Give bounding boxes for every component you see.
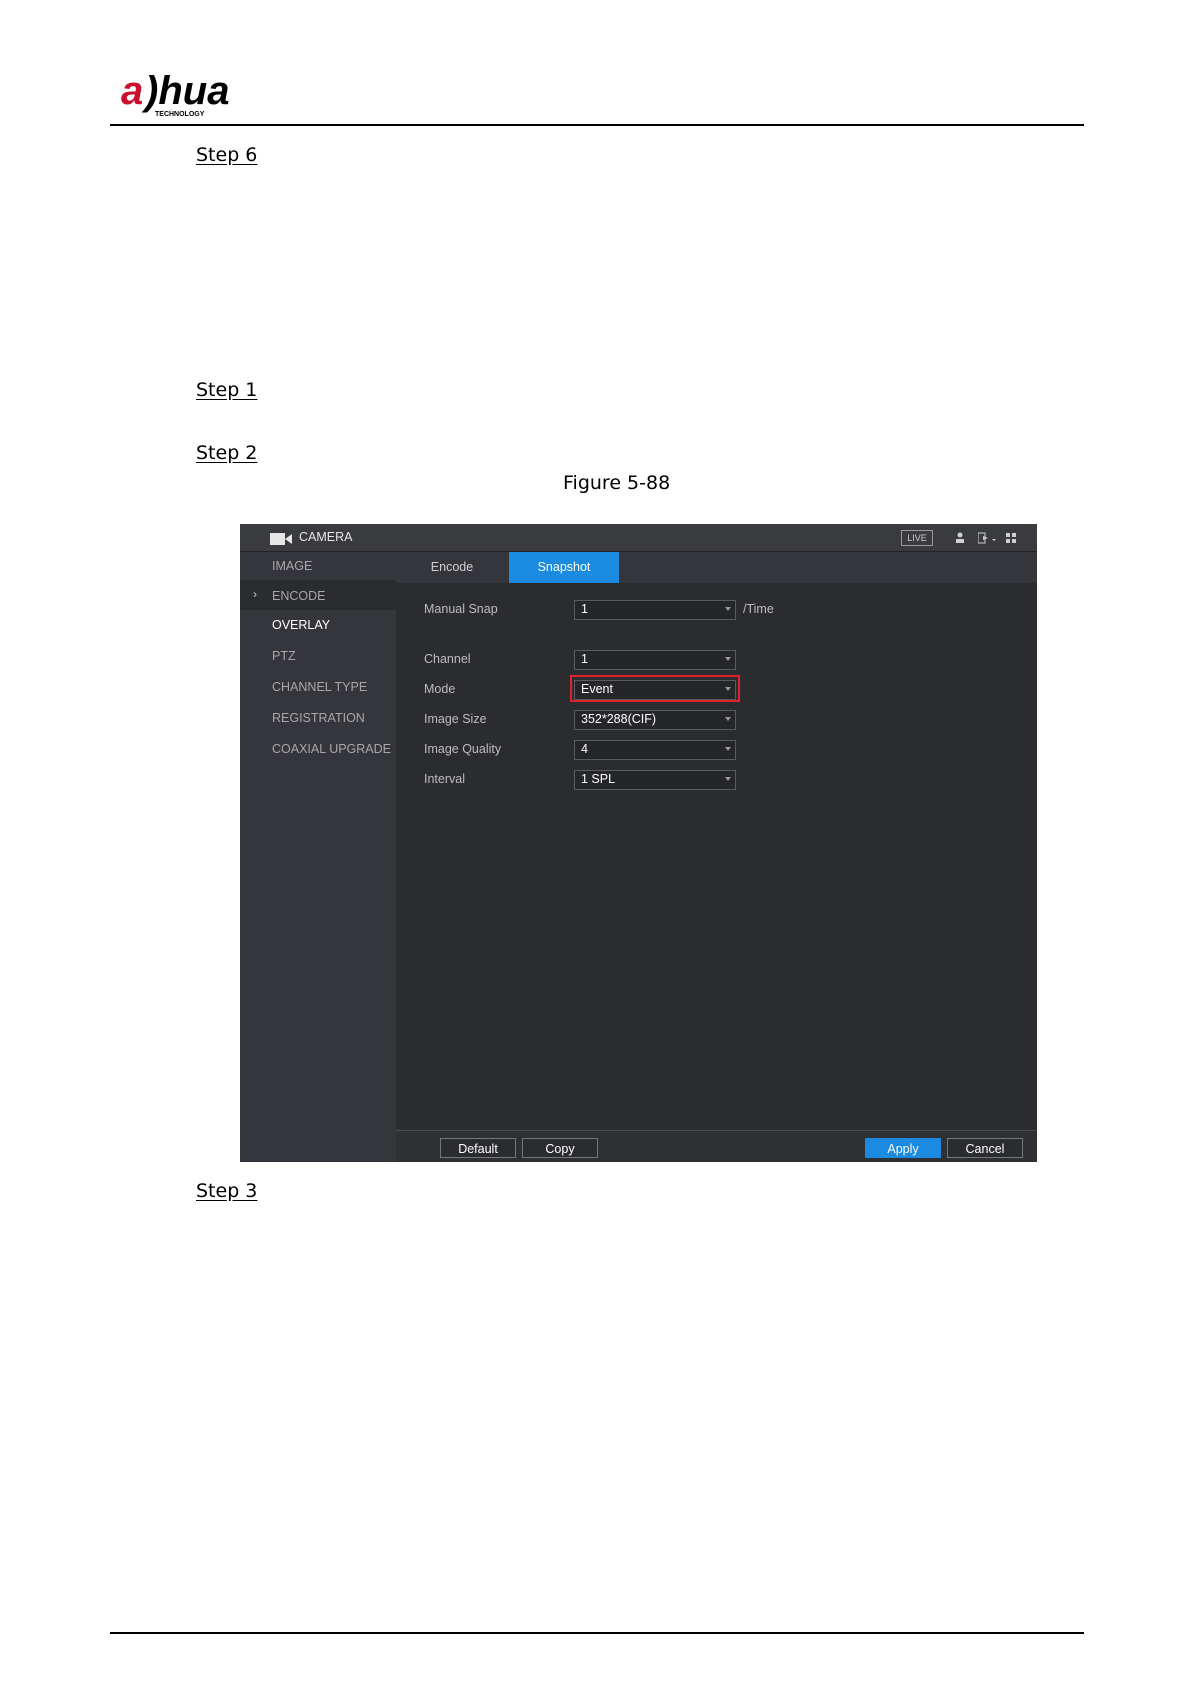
tab-snapshot[interactable]: Snapshot [509,552,619,583]
interval-value: 1 SPL [581,772,616,786]
sidebar-item-image[interactable]: IMAGE [272,559,312,573]
channel-select[interactable]: 1 [574,650,736,670]
sidebar-item-coaxial-upgrade[interactable]: COAXIAL UPGRADE [272,742,391,756]
chevron-right-icon: › [253,587,257,601]
mode-label: Mode [424,682,456,696]
figure-caption: Figure 5-88 [563,472,671,494]
sidebar: IMAGE › ENCODE OVERLAY PTZ CHANNEL TYPE … [240,552,396,1162]
step-6-label: Step 6 [196,144,258,166]
manual-snap-value: 1 [581,602,588,616]
channel-value: 1 [581,652,588,666]
footer-rule [110,1632,1084,1634]
mode-highlight-box [570,675,740,702]
interval-select[interactable]: 1 SPL [574,770,736,790]
default-button[interactable]: Default [440,1138,516,1158]
dropdown-arrow-icon [725,777,731,781]
grid-icon[interactable] [1006,531,1017,549]
step-1-label: Step 1 [196,379,258,401]
cancel-button[interactable]: Cancel [947,1138,1023,1158]
dahua-logo: a )hua TECHNOLOGY [121,68,261,120]
image-size-label: Image Size [424,712,487,726]
title-bar: CAMERA LIVE [240,524,1037,552]
svg-text:)hua: )hua [141,69,229,113]
image-quality-value: 4 [581,742,588,756]
header-rule [110,124,1084,126]
sidebar-item-overlay[interactable]: OVERLAY [272,618,330,632]
apply-button[interactable]: Apply [865,1138,941,1158]
interval-label: Interval [424,772,465,786]
tab-encode[interactable]: Encode [396,552,508,583]
manual-snap-select[interactable]: 1 [574,600,736,620]
live-button[interactable]: LIVE [901,530,933,546]
sidebar-item-channel-type[interactable]: CHANNEL TYPE [272,680,367,694]
manual-snap-unit: /Time [743,602,774,616]
tab-bar: Encode Snapshot [396,552,1037,583]
svg-text:TECHNOLOGY: TECHNOLOGY [155,111,205,118]
image-size-select[interactable]: 352*288(CIF) [574,710,736,730]
sidebar-item-ptz[interactable]: PTZ [272,649,296,663]
camera-icon [270,532,292,550]
channel-label: Channel [424,652,471,666]
manual-snap-label: Manual Snap [424,602,498,616]
sidebar-item-registration[interactable]: REGISTRATION [272,711,365,725]
dropdown-arrow-icon [725,747,731,751]
user-icon[interactable] [955,531,965,549]
image-quality-label: Image Quality [424,742,502,756]
dropdown-arrow-icon [725,717,731,721]
sidebar-item-encode[interactable]: ENCODE [272,589,325,603]
step-2-label: Step 2 [196,442,258,464]
camera-settings-screenshot: CAMERA LIVE IMAGE › ENCODE OVERLAY PTZ C… [240,524,1037,1162]
logout-icon[interactable] [977,531,998,549]
dropdown-arrow-icon [725,657,731,661]
step-3-label: Step 3 [196,1180,258,1202]
image-quality-select[interactable]: 4 [574,740,736,760]
copy-button[interactable]: Copy [522,1138,598,1158]
app-title: CAMERA [299,530,353,544]
svg-text:a: a [121,69,143,113]
image-size-value: 352*288(CIF) [581,712,657,726]
dropdown-arrow-icon [725,607,731,611]
